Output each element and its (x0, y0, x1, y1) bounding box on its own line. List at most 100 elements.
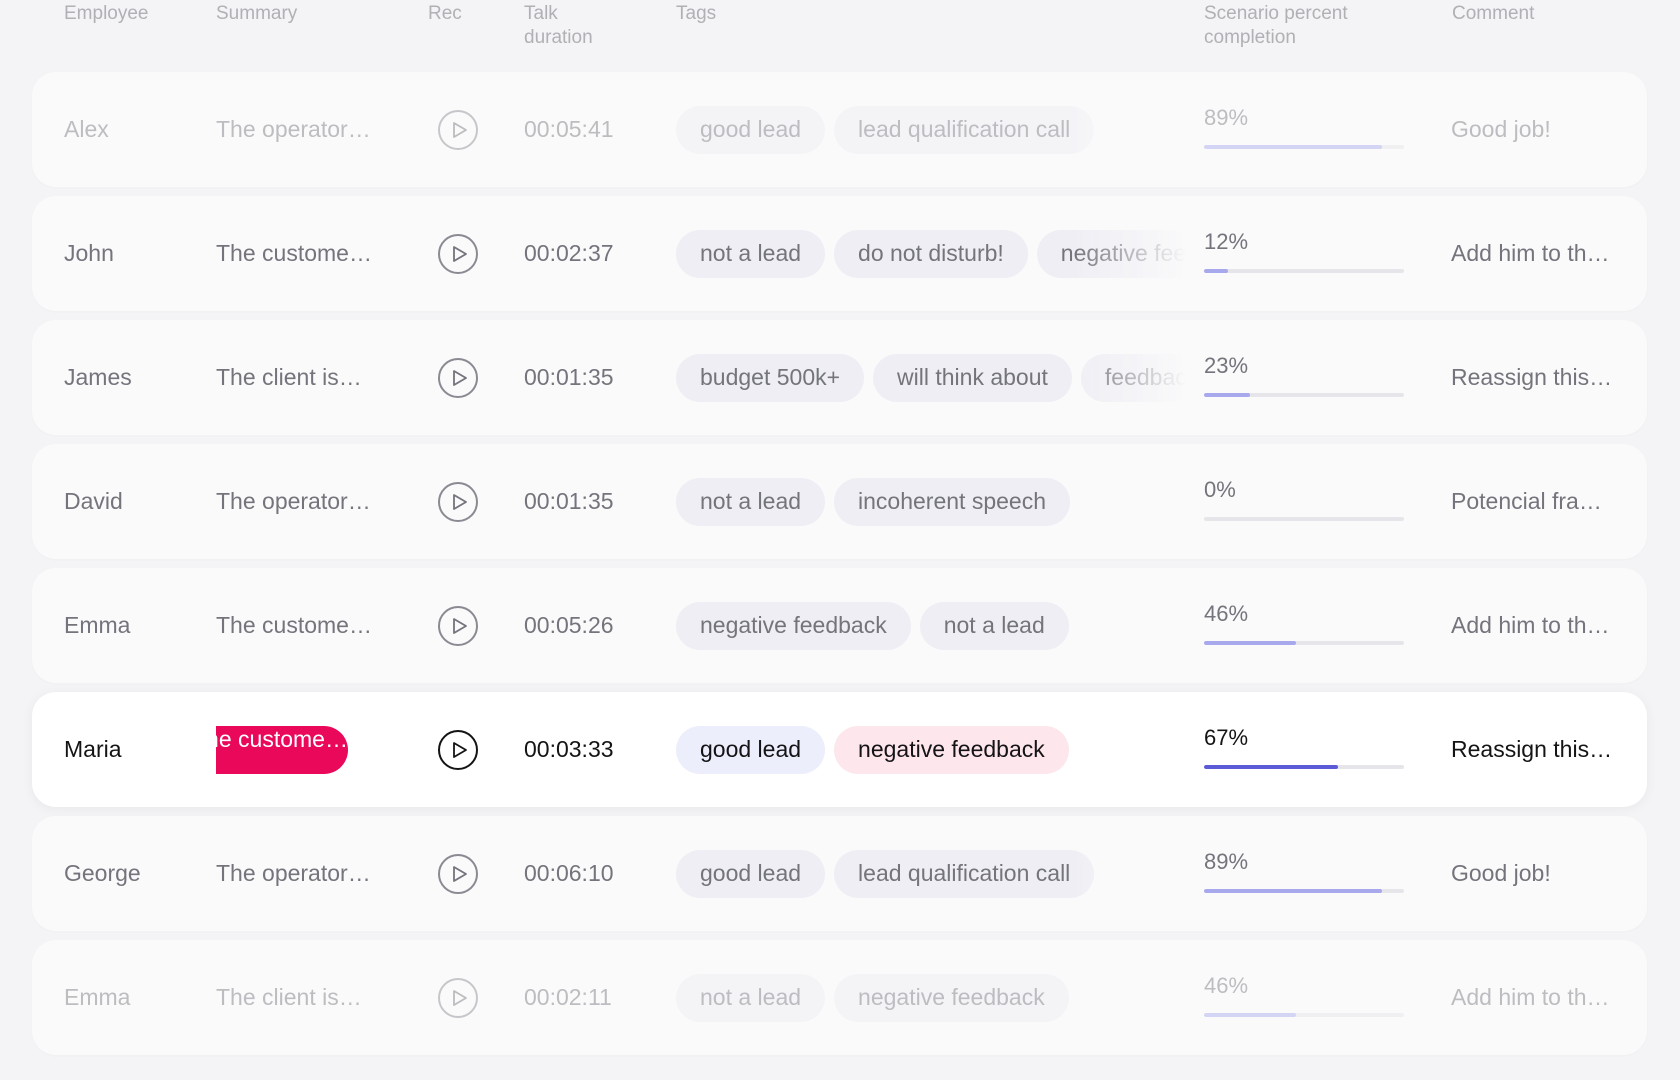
comment-cell[interactable]: Good job! (1451, 816, 1631, 931)
tag-chip[interactable]: negative feedback (834, 973, 1069, 1022)
summary-text[interactable]: The custome… (216, 725, 348, 774)
tag-chip[interactable]: lead qualification call (834, 105, 1095, 154)
tag-chip[interactable]: negative feedback (676, 601, 911, 650)
summary-text[interactable]: The operator… (216, 116, 371, 143)
column-header-talk-duration-line1: Talk (524, 3, 558, 24)
table-body: Alex The operator… 00:05:41 good lead lea… (32, 72, 1647, 1064)
column-header-comment[interactable]: Comment (1452, 2, 1534, 26)
summary-text[interactable]: The operator… (216, 860, 371, 887)
summary-cell[interactable]: The client is… (216, 320, 436, 435)
tag-chip[interactable]: budget 500k+ (676, 353, 865, 402)
table-row-content: Emma The custome… 00:05:26 negative feed… (32, 568, 1647, 683)
column-header-talk-duration[interactable]: Talk duration (524, 2, 593, 50)
table-row[interactable]: Emma The custome… 00:05:26 negative feed… (32, 568, 1647, 683)
completion-progress-bar (1204, 888, 1404, 893)
scenario-completion-cell: 67% (1204, 692, 1404, 807)
column-header-summary[interactable]: Summary (216, 2, 297, 26)
comment-cell[interactable]: Add him to th… (1451, 940, 1631, 1055)
column-header-tags[interactable]: Tags (676, 2, 716, 26)
table-row[interactable]: John The custome… 00:02:37 not a lead do … (32, 196, 1647, 311)
summary-text[interactable]: The client is… (216, 984, 362, 1011)
tag-chip[interactable]: not a lead (676, 477, 826, 526)
comment-cell[interactable]: Reassign this… (1451, 692, 1631, 807)
comment-text[interactable]: Good job! (1451, 116, 1551, 143)
play-recording-button[interactable] (438, 357, 478, 398)
summary-cell[interactable]: The operator… (216, 816, 436, 931)
employee-cell: Alex (64, 72, 204, 187)
summary-cell[interactable]: The custome… (216, 568, 436, 683)
table-row-content: George The operator… 00:06:10 good lead l… (32, 816, 1647, 931)
comment-cell[interactable]: Reassign this… (1451, 320, 1631, 435)
play-recording-button[interactable] (438, 853, 478, 894)
tag-chip[interactable]: do not disturb! (834, 229, 1028, 278)
tag-chip[interactable]: good lead (676, 725, 826, 774)
comment-cell[interactable]: Add him to th… (1451, 196, 1631, 311)
table-row[interactable]: Emma The client is… 00:02:11 not a lead n… (32, 940, 1647, 1055)
column-header-employee[interactable]: Employee (64, 2, 149, 26)
tag-chip[interactable]: not a lead (919, 601, 1069, 650)
column-header-scenario-completion[interactable]: Scenario percent completion (1204, 2, 1348, 50)
summary-text[interactable]: The operator… (216, 488, 371, 515)
completion-percent: 89% (1204, 848, 1249, 874)
play-recording-button[interactable] (438, 977, 478, 1018)
tag-chip[interactable]: negative feedback (834, 725, 1069, 774)
play-recording-button[interactable] (438, 233, 478, 274)
employee-name: Maria (64, 736, 122, 762)
comment-text[interactable]: Add him to th… (1451, 240, 1610, 267)
summary-cell[interactable]: The operator… (216, 72, 436, 187)
table-row[interactable]: George The operator… 00:06:10 good lead l… (32, 816, 1647, 931)
comment-cell[interactable]: Potencial fra… (1451, 444, 1631, 559)
table-row[interactable]: Alex The operator… 00:05:41 good lead lea… (32, 72, 1647, 187)
tags-cell: good lead lead qualification call (676, 816, 1186, 931)
play-icon (452, 369, 467, 386)
employee-name: David (64, 488, 123, 514)
tag-chip[interactable]: good lead (676, 849, 826, 898)
talk-duration: 00:05:41 (524, 116, 614, 142)
completion-progress-fill (1204, 888, 1382, 893)
tag-chip[interactable]: not a lead (676, 229, 826, 278)
comment-cell[interactable]: Add him to th… (1451, 568, 1631, 683)
comment-text[interactable]: Reassign this… (1451, 736, 1612, 763)
play-recording-button[interactable] (438, 729, 478, 770)
completion-percent: 0% (1204, 476, 1236, 502)
table-row[interactable]: David The operator… 00:01:35 not a lead i… (32, 444, 1647, 559)
tag-chip[interactable]: negative feedback (1036, 229, 1186, 278)
comment-text[interactable]: Good job! (1451, 860, 1551, 887)
comment-text[interactable]: Add him to th… (1451, 984, 1610, 1011)
column-header-rec[interactable]: Rec (428, 2, 462, 26)
completion-percent: 23% (1204, 352, 1249, 378)
play-icon (452, 617, 467, 634)
table-row[interactable]: James The client is… 00:01:35 budget 500… (32, 320, 1647, 435)
summary-text[interactable]: The custome… (216, 612, 372, 639)
rec-cell (430, 320, 486, 435)
tag-chip[interactable]: good lead (676, 105, 826, 154)
talk-duration-cell: 00:05:26 (524, 568, 664, 683)
summary-cell[interactable]: The operator… (216, 444, 436, 559)
summary-cell[interactable]: The custome… (216, 692, 436, 807)
tag-chip[interactable]: lead qualification call (834, 849, 1095, 898)
table-row[interactable]: Maria The custome… 00:03:33 good leadneg… (32, 692, 1647, 807)
employee-cell: James (64, 320, 204, 435)
comment-text[interactable]: Potencial fra… (1451, 488, 1602, 515)
play-icon (452, 493, 467, 510)
tag-chip[interactable]: not a lead (676, 973, 826, 1022)
summary-cell[interactable]: The client is… (216, 940, 436, 1055)
play-recording-button[interactable] (438, 481, 478, 522)
play-recording-button[interactable] (438, 109, 478, 150)
tag-chip[interactable]: feedback (1080, 353, 1186, 402)
talk-duration-cell: 00:02:37 (524, 196, 664, 311)
tags-cell: good lead negative feedback (676, 692, 1186, 807)
summary-cell[interactable]: The custome… (216, 196, 436, 311)
comment-text[interactable]: Reassign this… (1451, 364, 1612, 391)
summary-text[interactable]: The custome… (216, 240, 372, 267)
tag-chip[interactable]: incoherent speech (834, 477, 1070, 526)
rec-cell (430, 816, 486, 931)
summary-text[interactable]: The client is… (216, 364, 362, 391)
employee-name: Emma (64, 612, 131, 638)
play-recording-button[interactable] (438, 605, 478, 646)
tag-chip[interactable]: will think about (873, 353, 1072, 402)
rec-cell (430, 568, 486, 683)
comment-text[interactable]: Add him to th… (1451, 612, 1610, 639)
comment-cell[interactable]: Good job! (1451, 72, 1631, 187)
talk-duration: 00:02:37 (524, 240, 614, 266)
